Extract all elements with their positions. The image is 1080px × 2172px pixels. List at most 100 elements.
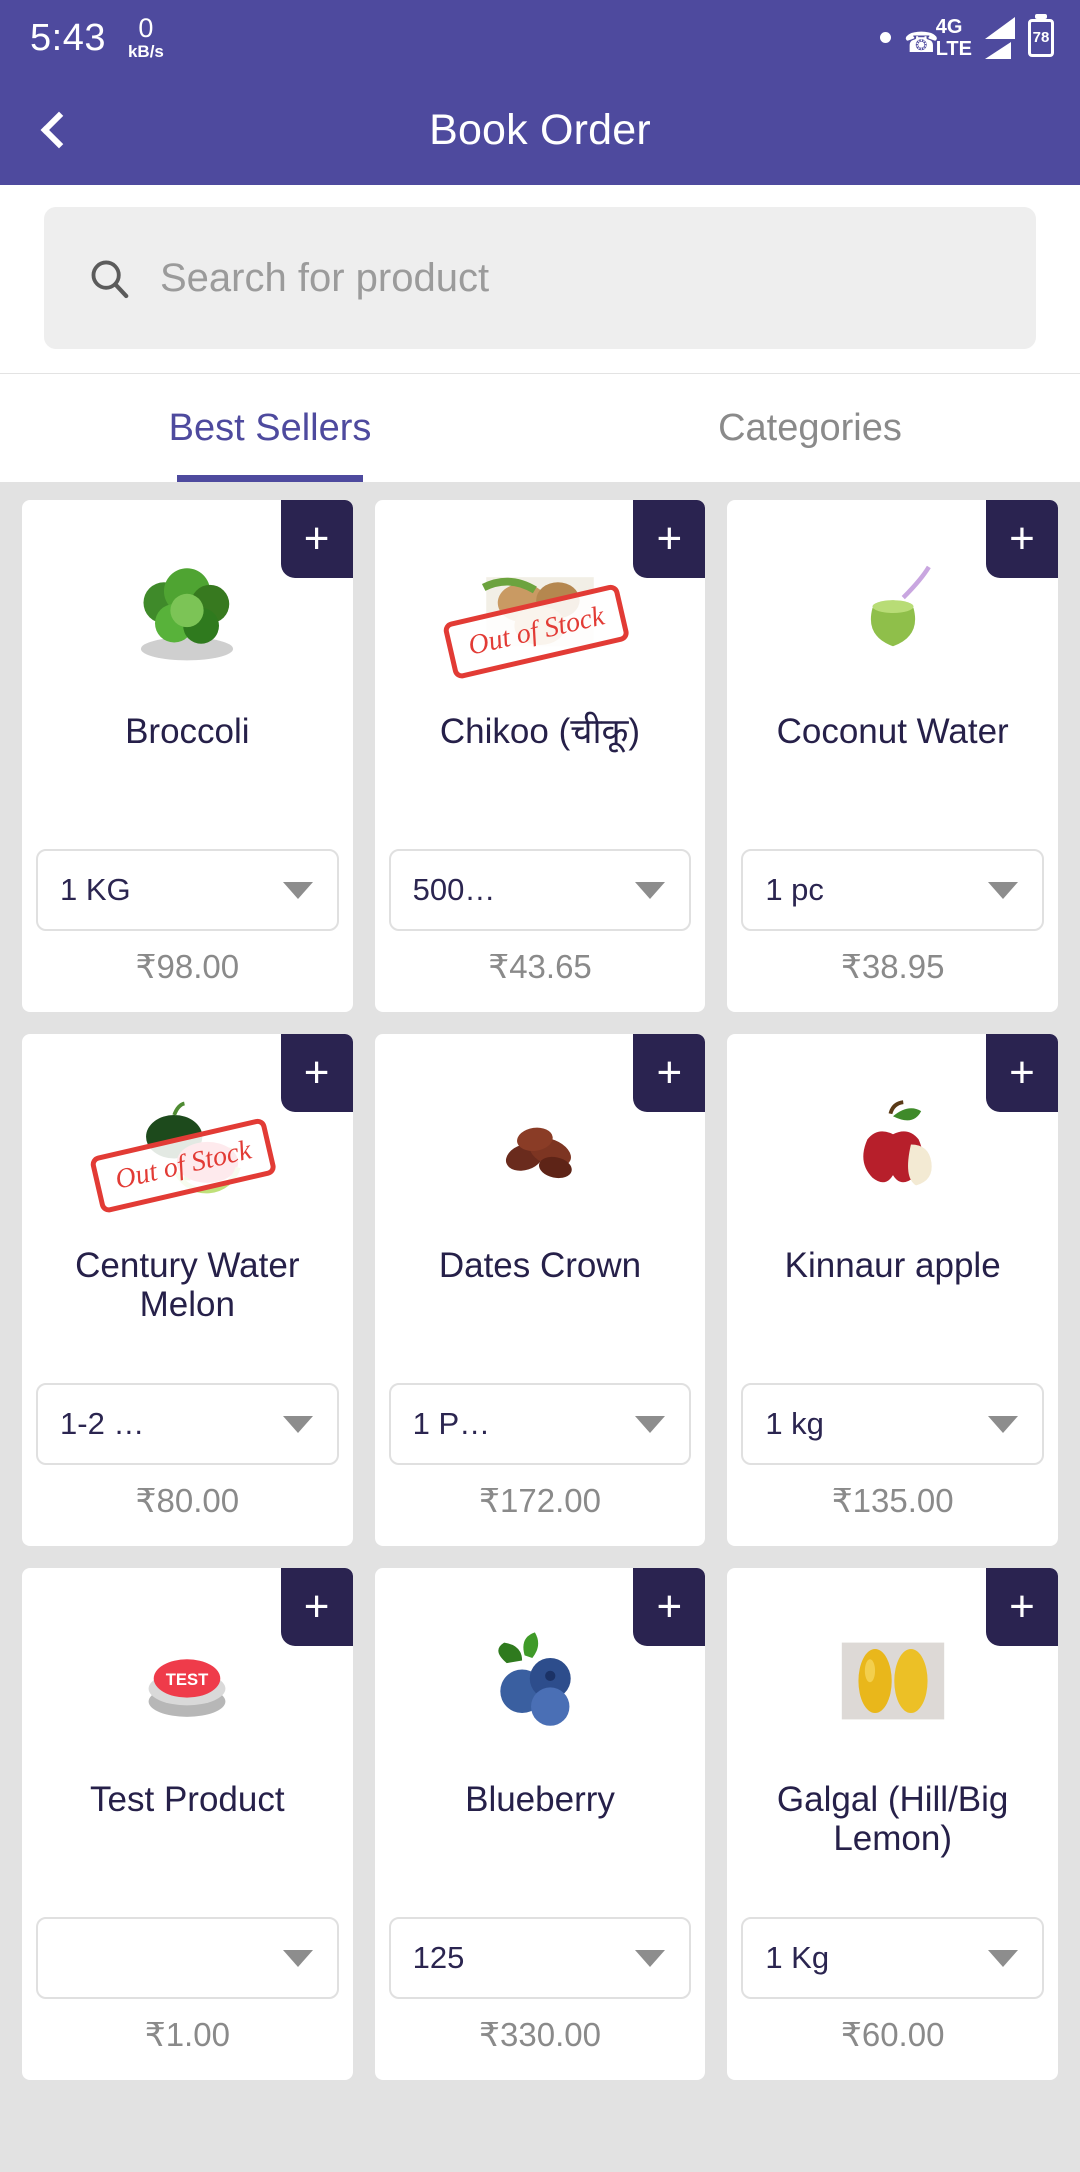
product-image-wrap (741, 1602, 1044, 1760)
chevron-down-icon (987, 1415, 1018, 1433)
product-card-5[interactable]: + Dates Crown 1 P… ₹172.00 (374, 1034, 706, 1546)
product-image-wrap (741, 534, 1044, 692)
search-input[interactable] (160, 255, 994, 301)
network-speed-value: 0 (138, 13, 154, 43)
chevron-down-icon (987, 1949, 1018, 1967)
product-price: ₹60.00 (840, 2016, 945, 2053)
search-box[interactable] (44, 207, 1036, 349)
unit-selector-label: 1-2 … (60, 1406, 145, 1441)
product-card-6[interactable]: + Kinnaur apple 1 kg ₹135.00 (727, 1034, 1058, 1546)
notification-dot-icon (879, 32, 891, 43)
status-time: 5:43 (30, 16, 106, 59)
unit-selector[interactable] (36, 1917, 339, 1999)
network-gen-label: 4G (935, 15, 963, 38)
chevron-down-icon (987, 881, 1018, 899)
network-type-labels: 4G LTE (936, 17, 972, 59)
network-speed-indicator: 0 kB/s (127, 13, 164, 61)
apple-image (862, 1100, 932, 1186)
product-price: ₹38.95 (840, 948, 945, 985)
svg-text:TEST: TEST (166, 1670, 209, 1689)
product-card-9[interactable]: + Galgal (Hill/Big Lemon) 1 Kg ₹60.00 (727, 1568, 1058, 2080)
product-price: ₹43.65 (488, 948, 592, 985)
product-name: Century Water Melon (75, 1246, 300, 1325)
tab-bar: Best Sellers Categories (0, 374, 1080, 482)
status-bar: 5:43 0 kB/s ☎ 4G LTE 78 (0, 0, 1080, 75)
product-card-4[interactable]: + Out of Stock Century Water Melon 1-2 …… (22, 1034, 353, 1546)
unit-selector-label: 1 pc (765, 872, 824, 907)
product-name: Kinnaur apple (784, 1246, 1001, 1285)
signal-bar-sim2-icon (985, 41, 1011, 59)
chevron-down-icon (635, 1949, 666, 1967)
search-section (0, 185, 1080, 374)
broccoli-image (141, 568, 234, 661)
unit-selector[interactable]: 1 Kg (741, 1917, 1044, 1999)
network-type-label: LTE (935, 37, 972, 60)
product-name: Coconut Water (776, 712, 1009, 751)
unit-selector-label: 125 (412, 1940, 465, 1975)
unit-selector[interactable]: 1 kg (741, 1383, 1044, 1465)
test-button-image: TEST (148, 1659, 226, 1717)
unit-selector[interactable]: 1 P… (388, 1383, 692, 1465)
unit-selector[interactable]: 500… (388, 849, 692, 931)
unit-selector-label: 1 KG (60, 872, 131, 907)
chevron-down-icon (282, 1949, 313, 1967)
call-signal-icon: ☎ 4G LTE (904, 17, 972, 59)
battery-level-label: 78 (1032, 29, 1050, 46)
product-name: Galgal (Hill/Big Lemon) (776, 1780, 1009, 1859)
product-price: ₹80.00 (135, 1482, 240, 1519)
phone-icon: ☎ (903, 26, 939, 58)
search-icon (91, 260, 129, 299)
product-price: ₹172.00 (479, 1482, 601, 1519)
unit-selector[interactable]: 1-2 … (36, 1383, 339, 1465)
battery-icon: 78 (1028, 18, 1054, 57)
product-name: Broccoli (125, 712, 250, 751)
galgal-lemon-image (841, 1642, 944, 1720)
signal-bar-sim1-icon (985, 16, 1015, 39)
status-bar-right: ☎ 4G LTE 78 (879, 16, 1054, 59)
chevron-down-icon (635, 881, 666, 899)
chevron-down-icon (282, 1415, 313, 1433)
product-image-wrap (389, 1068, 692, 1226)
product-price: ₹135.00 (831, 1482, 954, 1519)
product-image-wrap (36, 534, 339, 692)
product-card-3[interactable]: + Coconut Water 1 pc ₹38.95 (727, 500, 1058, 1012)
page-title: Book Order (429, 105, 651, 154)
product-card-2[interactable]: + Out of Stock Chikoo (चीकू) 500… ₹43.65 (374, 500, 706, 1012)
unit-selector[interactable]: 1 KG (36, 849, 339, 931)
chevron-down-icon (282, 881, 313, 899)
status-bar-left: 5:43 0 kB/s (30, 13, 164, 61)
network-speed-unit: kB/s (127, 42, 164, 61)
product-image-wrap (741, 1068, 1044, 1226)
product-name: Dates Crown (438, 1246, 642, 1285)
product-card-8[interactable]: + Blueberry 125 ₹330.00 (374, 1568, 706, 2080)
app-bar: Book Order (0, 75, 1080, 185)
product-name: Test Product (90, 1780, 285, 1819)
product-grid: + Broccoli 1 KG ₹98.00 + Out of Stock Ch… (22, 500, 1058, 2080)
unit-selector-label: 500… (412, 872, 496, 907)
tab-best-sellers-label: Best Sellers (168, 406, 372, 449)
product-price: ₹1.00 (144, 2016, 230, 2053)
unit-selector[interactable]: 125 (388, 1917, 692, 1999)
product-grid-area: + Broccoli 1 KG ₹98.00 + Out of Stock Ch… (0, 482, 1080, 2172)
unit-selector-label: 1 kg (765, 1406, 824, 1441)
coconut-water-image (870, 565, 931, 647)
product-name: Blueberry (465, 1780, 615, 1819)
unit-selector-label: 1 Kg (765, 1940, 830, 1975)
chevron-down-icon (635, 1415, 666, 1433)
product-image-wrap: TEST (36, 1602, 339, 1760)
product-card-7[interactable]: + TEST Test Product ₹1.00 (22, 1568, 353, 2080)
product-image-wrap: Out of Stock (36, 1068, 339, 1226)
blueberry-image (498, 1632, 571, 1726)
product-price: ₹330.00 (479, 2016, 601, 2053)
signal-strength-icon (985, 16, 1015, 59)
tab-categories[interactable]: Categories (540, 374, 1080, 482)
product-name: Chikoo (चीकू) (439, 712, 641, 751)
product-price: ₹98.00 (135, 948, 240, 985)
dates-image (505, 1127, 572, 1179)
unit-selector[interactable]: 1 pc (741, 849, 1044, 931)
product-card-1[interactable]: + Broccoli 1 KG ₹98.00 (22, 500, 353, 1012)
unit-selector-label: 1 P… (412, 1406, 491, 1441)
product-image-wrap: Out of Stock (389, 534, 692, 692)
tab-best-sellers[interactable]: Best Sellers (0, 374, 540, 482)
tab-categories-label: Categories (718, 406, 902, 449)
